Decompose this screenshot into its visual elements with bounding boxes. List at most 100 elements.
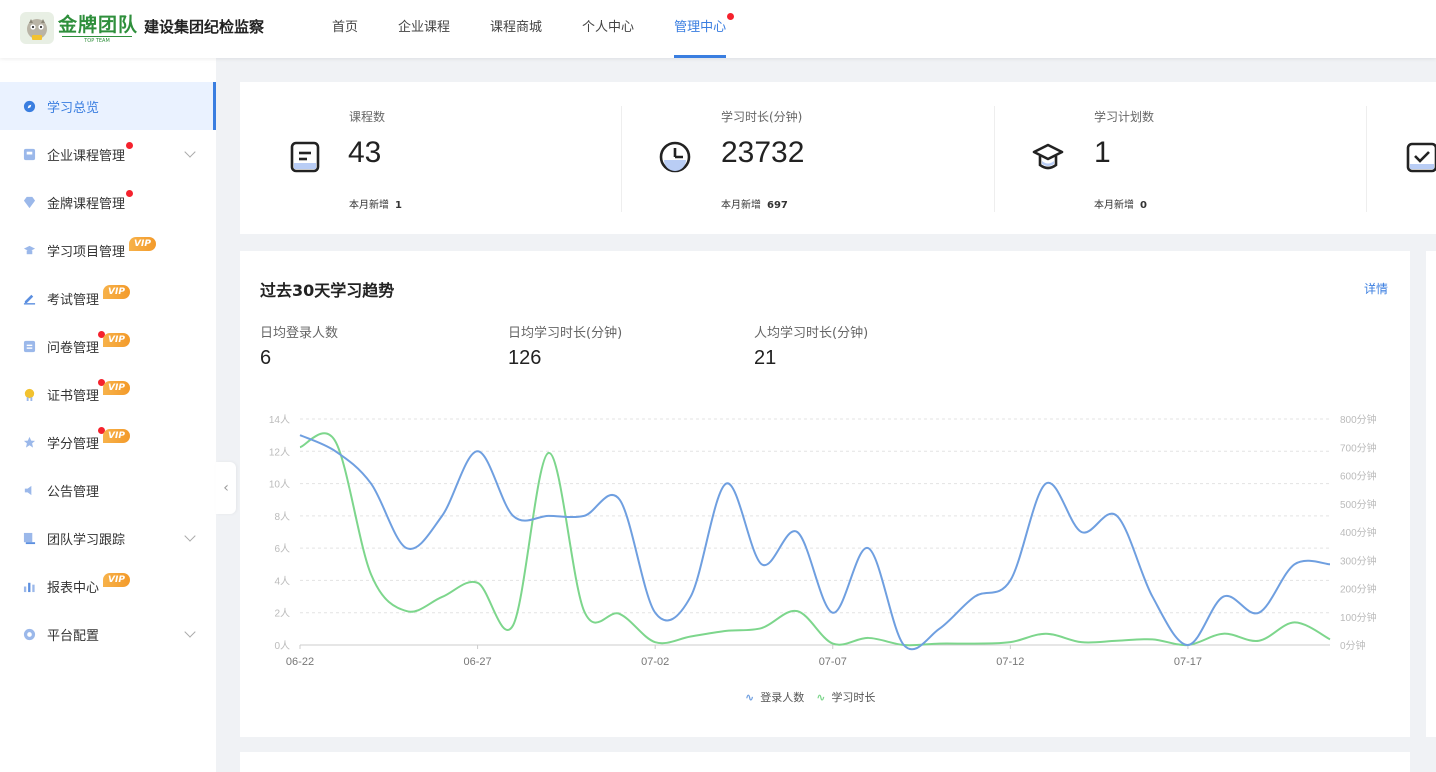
sidebar-item[interactable]: 学习项目管理 VIP [0,226,216,274]
form-icon [22,339,36,353]
y-left-tick-label: 12人 [269,446,290,458]
stat-monthly-new: 本月新增 1 [349,196,402,211]
bottom-card [240,752,1410,772]
metric-label: 日均学习时长(分钟) [508,326,623,341]
top-header: 金牌团队 TOP TEAM 建设集团纪检监察 首页 企业课程 课程商城 个人中心… [0,0,1436,58]
metric-label: 日均登录人数 [260,326,339,341]
nav-course-mall[interactable]: 课程商城 [490,0,542,58]
clock-icon [659,141,691,173]
stat-value: 23732 [721,136,805,169]
sidebar-item-label: 证书管理 [47,378,106,404]
chevron-down-icon[interactable] [184,530,196,542]
graduation-icon [22,243,36,257]
y-right-tick-label: 500分钟 [1340,498,1377,511]
sidebar-item[interactable]: 学习总览 [0,82,216,130]
legend-swatch: ∿ [745,690,755,704]
vip-badge: VIP [129,237,156,251]
stats-card: 课程数 43 本月新增 1 学习时长(分钟) 23732 本月新增 697 学习计划… [240,82,1436,234]
y-left-tick-label: 6人 [274,543,290,555]
metric-value: 21 [754,347,777,369]
vip-badge: VIP [103,573,130,587]
sidebar-item[interactable]: 公告管理 [0,466,216,514]
stat-sub-value: 0 [1140,200,1147,211]
settings-icon [22,627,36,641]
logo-icon[interactable] [20,12,54,44]
graduation-cap-icon [1032,143,1064,170]
metric-value: 126 [508,347,542,369]
metric-value: 6 [260,347,272,369]
chart-legend: ∿ 登录人数 ∿ 学习时长 [745,689,875,705]
stat-fourth[interactable] [1367,82,1436,234]
nav-enterprise-courses[interactable]: 企业课程 [398,0,450,58]
legend-item-logins[interactable]: 登录人数 [760,689,804,705]
sidebar-item[interactable]: 学分管理 VIP [0,418,216,466]
medal-icon [22,387,36,401]
y-right-tick-label: 800分钟 [1340,413,1377,426]
chevron-down-icon[interactable] [184,626,196,638]
stat-monthly-new: 本月新增 0 [1094,196,1147,211]
sidebar-item-label: 企业课程管理 [47,141,134,164]
x-tick-label: 06-27 [464,656,492,668]
sidebar-item-label: 公告管理 [47,484,100,500]
sidebar-item[interactable]: 团队学习跟踪 [0,514,216,562]
notification-dot [727,13,735,20]
sidebar-item-label: 学习项目管理 [47,244,126,260]
sidebar-item[interactable]: 平台配置 [0,610,216,658]
x-tick-label: 07-02 [641,656,669,668]
y-left-tick-label: 4人 [274,575,290,587]
chevron-down-icon[interactable] [184,146,196,158]
stat-sub-value: 1 [395,200,402,211]
sidebar-item[interactable]: 证书管理 VIP [0,370,216,418]
sidebar-collapse-button[interactable]: ‹ [216,462,236,514]
logo-text: 金牌团队 [58,14,139,36]
trend-card: 过去30天学习趋势 详情 日均登录人数 6 日均学习时长(分钟) 126 人均学… [240,251,1410,737]
stat-value: 1 [1094,136,1111,169]
sidebar-item[interactable]: 报表中心 VIP [0,562,216,610]
pen-icon [22,291,36,305]
series-line-study-time [299,432,1331,647]
stat-sub-label: 本月新增 [721,200,761,211]
course-icon [22,147,36,161]
speaker-icon [22,483,36,497]
checklist-icon [1406,142,1436,173]
sidebar-item-label: 团队学习跟踪 [47,532,126,548]
y-right-tick-label: 400分钟 [1340,526,1377,539]
vip-badge: VIP [103,285,130,299]
stat-value: 43 [348,136,382,169]
sidebar-item-label: 报表中心 [47,580,100,596]
stat-study-plans[interactable]: 学习计划数 1 本月新增 0 [995,82,1366,234]
trend-title: 过去30天学习趋势 [260,281,395,300]
sidebar-item[interactable]: 金牌课程管理 [0,178,216,226]
y-right-tick-label: 300分钟 [1340,554,1377,567]
notification-dot [126,141,134,149]
sidebar-item[interactable]: 企业课程管理 [0,130,216,178]
stat-label: 课程数 [349,110,386,124]
gem-icon [22,195,36,209]
x-tick-label: 07-17 [1174,656,1202,668]
nav-personal-center[interactable]: 个人中心 [582,0,634,58]
series-line-logins [299,434,1331,651]
legend-item-study-time[interactable]: 学习时长 [831,689,875,705]
nav-management-center[interactable]: 管理中心 [674,0,735,58]
y-left-tick-label: 10人 [269,479,290,491]
stat-sub-label: 本月新增 [1094,200,1134,211]
top-nav: 首页 企业课程 课程商城 个人中心 管理中心 [332,0,766,58]
logo-subtitle: TOP TEAM [62,36,132,44]
y-right-tick-label: 0分钟 [1340,639,1366,652]
stat-label: 学习时长(分钟) [721,110,803,124]
x-tick-label: 07-07 [819,656,847,668]
trend-detail-link[interactable]: 详情 [1364,280,1388,297]
sidebar-item[interactable]: 考试管理 VIP [0,274,216,322]
y-right-tick-label: 100分钟 [1340,611,1377,624]
stat-study-minutes[interactable]: 学习时长(分钟) 23732 本月新增 697 [622,82,994,234]
sidebar: 学习总览 企业课程管理 金牌课程管理 学习项目管理 VIP 考试管理 VIP 问卷管理 VIP 证… [0,58,216,772]
sidebar-item[interactable]: 问卷管理 VIP [0,322,216,370]
notification-dot [126,189,134,197]
nav-home[interactable]: 首页 [332,0,358,58]
stat-course-count[interactable]: 课程数 43 本月新增 1 [240,82,620,234]
stat-sub-value: 697 [767,200,788,211]
y-right-tick-label: 700分钟 [1340,441,1377,454]
y-left-tick-label: 14人 [269,414,290,426]
x-tick-label: 06-22 [286,656,314,668]
star-icon [22,435,36,449]
